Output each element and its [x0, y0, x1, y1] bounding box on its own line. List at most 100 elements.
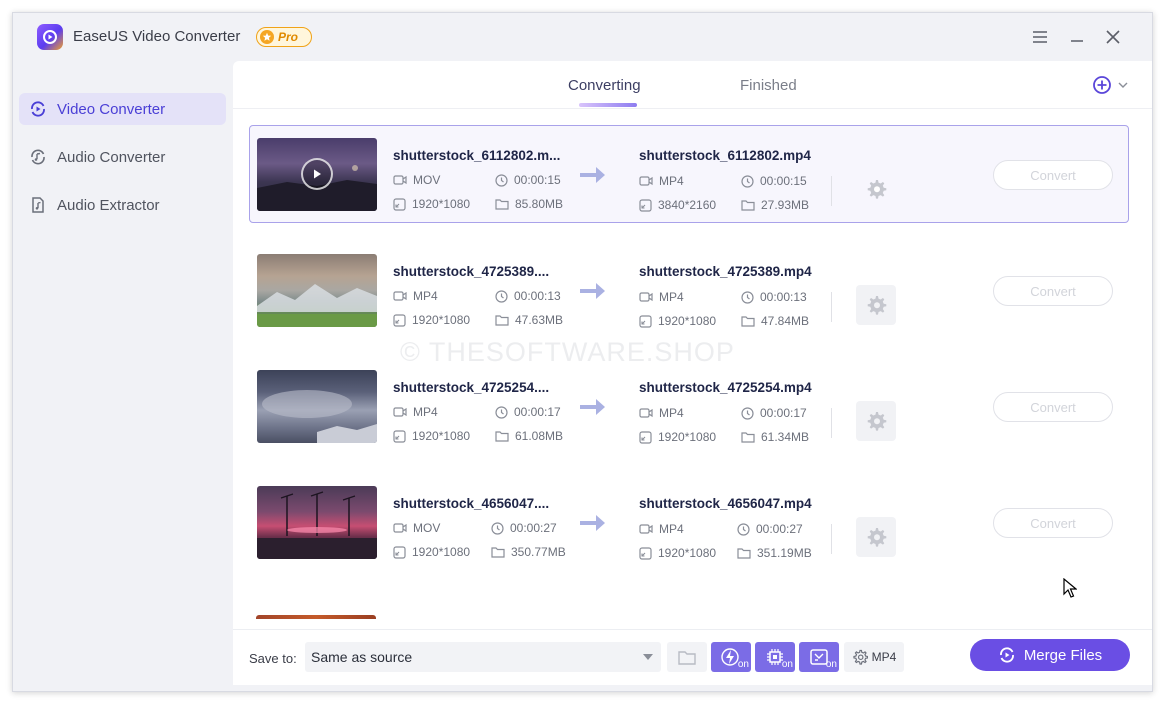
- source-file-name: shutterstock_4725254....: [393, 380, 550, 395]
- size-value: 85.80MB: [515, 197, 564, 211]
- convert-button[interactable]: Convert: [993, 160, 1113, 190]
- save-location-select[interactable]: Same as source: [305, 642, 661, 672]
- source-duration: 00:00:13: [495, 289, 561, 303]
- video-icon: [393, 175, 407, 185]
- sidebar: Video Converter Audio Converter Audio Ex…: [13, 61, 233, 691]
- clock-icon: [495, 173, 508, 187]
- size-value: 350.77MB: [511, 545, 566, 559]
- duration-value: 00:00:17: [760, 406, 807, 420]
- output-resolution: 1920*1080: [639, 546, 716, 560]
- source-file-name: shutterstock_4656047....: [393, 496, 550, 511]
- sidebar-item-audio-extractor[interactable]: Audio Extractor: [19, 189, 226, 221]
- output-settings-button[interactable]: [856, 517, 896, 557]
- add-files-button[interactable]: [1092, 75, 1128, 95]
- high-quality-toggle[interactable]: on: [799, 642, 839, 672]
- gpu-acceleration-toggle[interactable]: on: [711, 642, 751, 672]
- hardware-encoding-toggle[interactable]: on: [755, 642, 795, 672]
- sidebar-item-audio-converter[interactable]: Audio Converter: [19, 141, 226, 173]
- sidebar-item-label: Audio Extractor: [57, 196, 160, 214]
- video-icon: [639, 292, 653, 302]
- gear-icon: [867, 180, 887, 199]
- audio-extractor-icon: [32, 197, 44, 213]
- file-row[interactable]: shutterstock_4725389.... MP4 00:00:13 19…: [249, 241, 1129, 339]
- source-resolution: 1920*1080: [393, 545, 470, 559]
- output-duration: 00:00:13: [741, 290, 807, 304]
- file-row[interactable]: shutterstock_4725254.... MP4 00:00:17 19…: [249, 357, 1129, 455]
- sidebar-item-label: Video Converter: [57, 100, 166, 118]
- resolution-value: 1920*1080: [412, 313, 471, 327]
- folder-icon: [741, 316, 755, 327]
- source-format: MP4: [393, 289, 438, 303]
- active-tab-indicator: [579, 103, 637, 107]
- video-thumbnail[interactable]: [257, 138, 377, 211]
- output-resolution: 1920*1080: [639, 430, 716, 444]
- convert-button[interactable]: Convert: [993, 276, 1113, 306]
- divider: [831, 292, 832, 322]
- clock-icon: [495, 289, 508, 303]
- video-icon: [393, 523, 407, 533]
- menu-icon[interactable]: [1028, 25, 1052, 49]
- format-value: MOV: [413, 173, 441, 187]
- divider: [831, 176, 832, 206]
- open-folder-button[interactable]: [667, 642, 707, 672]
- resolution-value: 1920*1080: [412, 545, 471, 559]
- duration-value: 00:00:15: [760, 174, 807, 188]
- app-title: EaseUS Video Converter: [73, 28, 241, 45]
- divider: [831, 408, 832, 438]
- merge-icon: [999, 647, 1014, 663]
- video-icon: [639, 176, 653, 186]
- clock-icon: [495, 405, 508, 419]
- output-format-label: MP4: [871, 650, 897, 664]
- arrow-right-icon: [578, 280, 608, 307]
- output-file-name: shutterstock_6112802.mp4: [639, 148, 811, 163]
- sidebar-item-video-converter[interactable]: Video Converter: [19, 93, 226, 125]
- size-value: 61.08MB: [515, 429, 564, 443]
- video-thumbnail[interactable]: [257, 486, 377, 559]
- format-value: MP4: [659, 174, 684, 188]
- output-format: MP4: [639, 290, 684, 304]
- resolution-value: 1920*1080: [412, 429, 471, 443]
- convert-button[interactable]: Convert: [993, 392, 1113, 422]
- pro-badge[interactable]: Pro: [256, 27, 312, 47]
- resolution-icon: [393, 545, 406, 559]
- star-icon: [260, 30, 274, 44]
- source-resolution: 1920*1080: [393, 313, 470, 327]
- merge-files-button[interactable]: Merge Files: [970, 639, 1130, 671]
- video-icon: [639, 408, 653, 418]
- resolution-icon: [393, 197, 406, 211]
- video-thumbnail[interactable]: [257, 254, 377, 327]
- close-icon[interactable]: [1101, 25, 1125, 49]
- output-settings-button[interactable]: [856, 169, 896, 209]
- output-file-name: shutterstock_4725254.mp4: [639, 380, 812, 395]
- video-thumbnail[interactable]: [257, 370, 377, 443]
- source-duration: 00:00:27: [491, 521, 557, 535]
- chevron-down-icon: [643, 654, 653, 660]
- resolution-value: 1920*1080: [658, 546, 717, 560]
- output-resolution: 1920*1080: [639, 314, 716, 328]
- video-thumbnail[interactable]: [256, 615, 376, 619]
- save-location-value: Same as source: [311, 649, 413, 665]
- output-format: MP4: [639, 522, 684, 536]
- play-icon[interactable]: [301, 158, 333, 190]
- merge-files-label: Merge Files: [1023, 646, 1103, 664]
- format-value: MP4: [659, 290, 684, 304]
- source-size: 61.08MB: [495, 429, 563, 443]
- size-value: 27.93MB: [761, 198, 810, 212]
- minimize-icon[interactable]: [1065, 25, 1089, 49]
- folder-icon: [737, 548, 751, 559]
- tab-finished[interactable]: Finished: [740, 77, 797, 94]
- app-logo-icon: [37, 24, 63, 50]
- output-format: MP4: [639, 174, 684, 188]
- video-icon: [639, 524, 653, 534]
- convert-button[interactable]: Convert: [993, 508, 1113, 538]
- video-icon: [393, 291, 407, 301]
- mouse-cursor-icon: [1063, 577, 1078, 603]
- tab-converting[interactable]: Converting: [568, 77, 641, 94]
- output-settings-button[interactable]: [856, 285, 896, 325]
- output-size: 47.84MB: [741, 314, 809, 328]
- file-row[interactable]: shutterstock_6112802.m... MOV 00:00:15 1…: [249, 125, 1129, 223]
- output-format-button[interactable]: MP4: [844, 642, 904, 672]
- output-settings-button[interactable]: [856, 401, 896, 441]
- resolution-icon: [639, 546, 652, 560]
- file-row[interactable]: shutterstock_4656047.... MOV 00:00:27 19…: [249, 473, 1129, 571]
